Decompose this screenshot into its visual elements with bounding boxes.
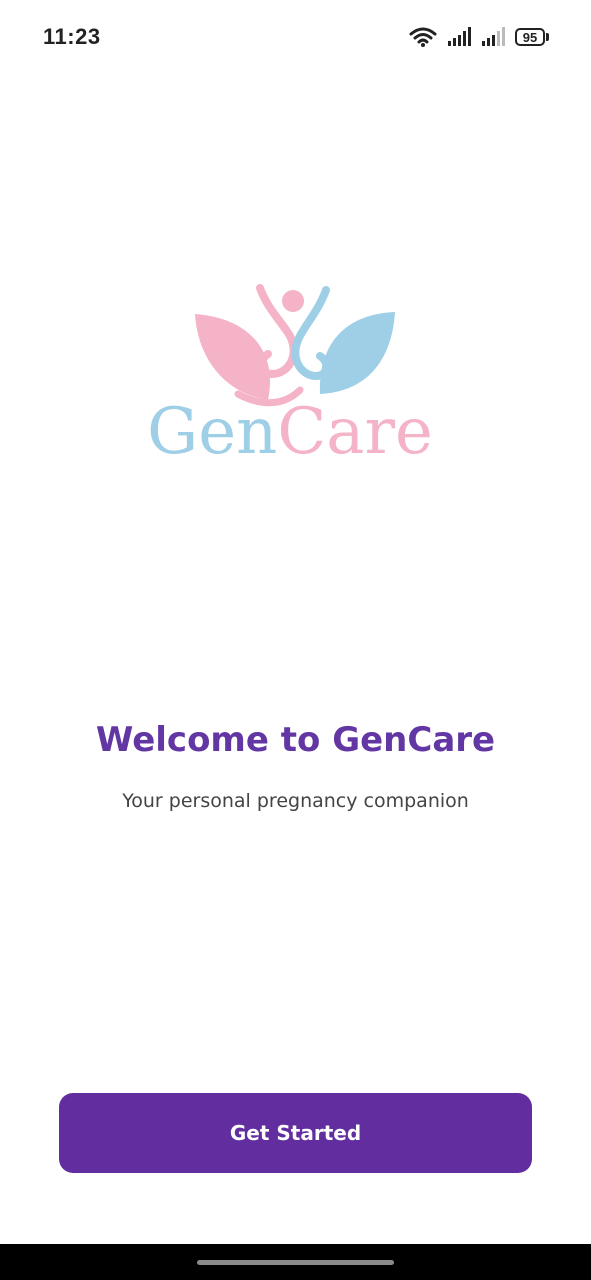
battery-level: 95 bbox=[515, 28, 545, 46]
system-navigation-bar bbox=[0, 1244, 591, 1280]
cellular-signal-icon bbox=[482, 27, 505, 46]
status-time: 11:23 bbox=[43, 24, 101, 49]
logo-word-care: Care bbox=[277, 395, 433, 469]
battery-icon: 95 bbox=[515, 27, 551, 47]
status-icons: 95 bbox=[409, 24, 551, 50]
cellular-signal-icon bbox=[448, 27, 471, 46]
logo-wordmark: GenCare bbox=[147, 400, 433, 464]
wifi-icon bbox=[409, 27, 437, 47]
welcome-title: Welcome to GenCare bbox=[95, 720, 496, 760]
logo-word-gen: Gen bbox=[147, 395, 278, 469]
status-bar: 11:23 95 bbox=[0, 0, 591, 76]
get-started-button[interactable]: Get Started bbox=[59, 1093, 532, 1173]
welcome-subtitle: Your personal pregnancy companion bbox=[122, 790, 469, 812]
gencare-logo: GenCare bbox=[140, 282, 450, 482]
home-indicator[interactable] bbox=[197, 1260, 394, 1265]
